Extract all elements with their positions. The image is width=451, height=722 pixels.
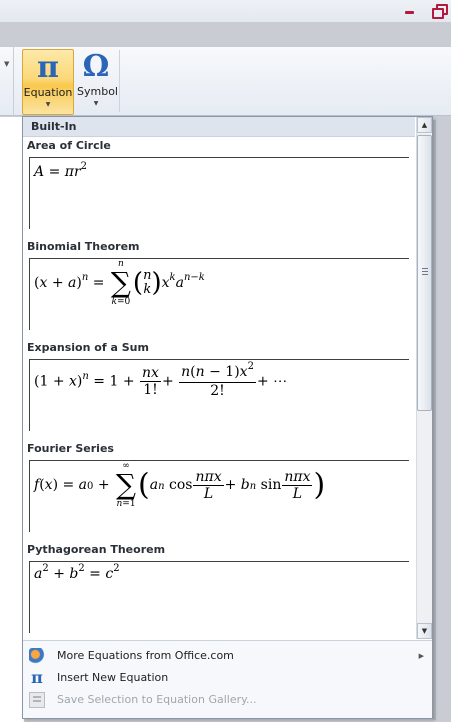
dropdown-arrow-icon[interactable]: ▼ (4, 60, 9, 68)
equation-item-expansion-of-a-sum[interactable]: Expansion of a Sum (1 + x)n = 1 + nx 1! + … (23, 339, 415, 439)
minimize-icon[interactable] (403, 4, 417, 16)
equation-button[interactable]: π Equation ▼ (22, 49, 74, 115)
gallery-section-header: Built-In (23, 117, 415, 137)
more-equations-menu-item[interactable]: More Equations from Office.com ▶ (23, 645, 432, 667)
equation-gallery: Built-In Area of Circle A = πr2 Binomial… (22, 116, 433, 719)
equation-preview[interactable]: (x + a)n = n ∑ k=0 (n k)xkan−k (29, 258, 409, 330)
equation-title: Expansion of a Sum (27, 341, 149, 354)
equation-preview[interactable]: a2 + b2 = c2 (29, 561, 409, 633)
equation-title: Fourier Series (27, 442, 114, 455)
scroll-up-icon[interactable]: ▲ (417, 117, 432, 133)
equation-title: Area of Circle (27, 139, 111, 152)
office-globe-icon (29, 648, 45, 664)
equation-title: Pythagorean Theorem (27, 543, 166, 556)
equation-preview[interactable]: A = πr2 (29, 157, 409, 229)
pi-icon: π (37, 50, 59, 85)
equation-formula: (x + a)n = n ∑ k=0 (n k)xkan−k (34, 259, 205, 307)
insert-new-equation-menu-item[interactable]: π Insert New Equation (23, 667, 432, 689)
scrollbar-thumb[interactable] (417, 135, 432, 411)
equation-preview[interactable]: f(x) = a0 + ∞ ∑ n=1 (an cos nπx L + bn sin nπx L… (29, 460, 409, 532)
equation-formula: a2 + b2 = c2 (34, 563, 120, 582)
pi-icon: π (31, 668, 43, 687)
menu-item-label: Save Selection to Equation Gallery... (57, 693, 257, 706)
save-to-gallery-icon (29, 692, 45, 708)
chevron-down-icon: ▼ (93, 100, 99, 107)
equation-formula: A = πr2 (34, 161, 88, 180)
dropdown-shadow (433, 120, 436, 720)
equation-preview[interactable]: (1 + x)n = 1 + nx 1! + n(n − 1)x2 2! + ⋯ (29, 359, 409, 431)
equation-formula: (1 + x)n = 1 + nx 1! + n(n − 1)x2 2! + ⋯ (34, 361, 288, 399)
submenu-arrow-icon: ▶ (418, 652, 424, 660)
document-page[interactable] (0, 117, 24, 722)
symbol-button[interactable]: Ω Symbol ▼ (77, 49, 118, 115)
symbol-button-label: Symbol (77, 85, 118, 98)
menu-item-label: More Equations from Office.com (57, 649, 234, 662)
equation-item-fourier-series[interactable]: Fourier Series f(x) = a0 + ∞ ∑ n=1 (an cos n… (23, 440, 415, 540)
gallery-footer-menu: More Equations from Office.com ▶ π Inser… (23, 640, 432, 718)
grip-icon (422, 268, 428, 276)
menu-item-label: Insert New Equation (57, 671, 169, 684)
ribbon-previous-group (0, 46, 14, 116)
chevron-down-icon: ▼ (45, 101, 51, 108)
restore-icon[interactable] (432, 4, 448, 19)
title-bar (0, 0, 451, 22)
equation-item-pythagorean-theorem[interactable]: Pythagorean Theorem a2 + b2 = c2 (23, 541, 415, 639)
equation-title: Binomial Theorem (27, 240, 140, 253)
equation-item-area-of-circle[interactable]: Area of Circle A = πr2 (23, 137, 415, 237)
equation-item-binomial-theorem[interactable]: Binomial Theorem (x + a)n = n ∑ k=0 (n k)xka… (23, 238, 415, 338)
gallery-scrollbar[interactable]: ▲ ▼ (416, 117, 432, 639)
equation-formula: f(x) = a0 + ∞ ∑ n=1 (an cos nπx L + bn sin nπx L… (34, 461, 326, 509)
equation-button-label: Equation (23, 86, 73, 99)
omega-icon: Ω (82, 49, 110, 84)
scroll-down-icon[interactable]: ▼ (417, 623, 432, 639)
ribbon-separator (119, 50, 120, 112)
save-selection-menu-item: Save Selection to Equation Gallery... (23, 689, 432, 711)
equation-list: Area of Circle A = πr2 Binomial Theorem … (23, 137, 415, 639)
